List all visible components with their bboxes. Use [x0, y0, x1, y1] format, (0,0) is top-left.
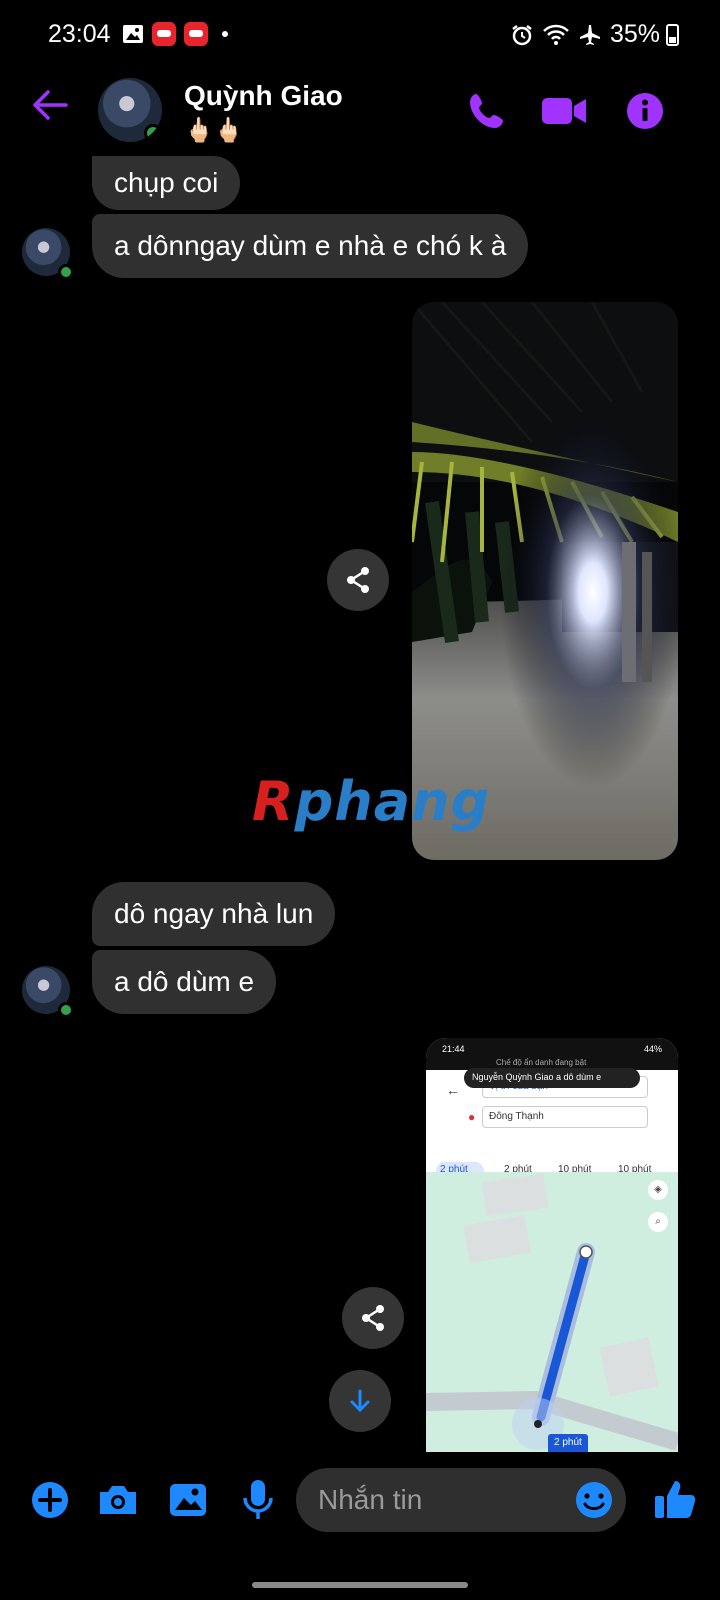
sender-avatar[interactable] — [22, 228, 74, 280]
more-dot-icon — [222, 31, 228, 37]
search-icon: ⌕ — [648, 1212, 668, 1232]
contact-name[interactable]: Quỳnh Giao — [184, 80, 343, 112]
share-button[interactable] — [342, 1287, 404, 1349]
gallery-icon — [123, 25, 143, 43]
contact-avatar[interactable] — [98, 78, 162, 142]
message-bubble[interactable]: chụp coi — [92, 156, 241, 210]
message-text: a dô dùm e — [114, 966, 255, 997]
message-composer — [0, 1460, 720, 1540]
message-text: a dônngay dùm e nhà e chó k à — [114, 230, 507, 261]
arrow-down-icon — [350, 1389, 370, 1413]
online-status-indicator — [144, 124, 162, 142]
message-bubble[interactable]: dô ngay nhà lun — [92, 882, 336, 946]
wifi-icon — [543, 24, 569, 45]
emoji-icon[interactable] — [574, 1480, 614, 1520]
conversation-header: Quỳnh Giao 🖕🏻🖕🏻 — [0, 70, 720, 156]
airplane-icon — [579, 24, 600, 45]
watermark-logo: Rphang — [252, 770, 491, 833]
info-icon[interactable] — [626, 92, 664, 130]
share-icon — [347, 567, 369, 593]
sender-avatar[interactable] — [22, 966, 74, 1018]
alarm-icon — [512, 24, 532, 45]
thumbs-up-icon[interactable] — [652, 1476, 698, 1522]
message-input[interactable] — [318, 1478, 558, 1522]
online-status-indicator — [58, 1002, 74, 1018]
map-back-icon: ← — [446, 1082, 460, 1098]
plus-icon[interactable] — [28, 1478, 72, 1522]
map-view: ◈ ⌕ 2 phút — [426, 1172, 678, 1452]
call-icon[interactable] — [464, 88, 510, 134]
share-button[interactable] — [327, 549, 389, 611]
video-call-icon[interactable] — [540, 88, 590, 134]
destination-pin-icon: ● — [468, 1110, 476, 1124]
app-notification-icon — [152, 22, 176, 46]
scroll-to-bottom-button[interactable] — [329, 1370, 391, 1432]
map-screenshot-attachment[interactable]: 21:44 44% Chế độ ẩn danh đang bật ← Vị t… — [426, 1038, 678, 1452]
message-bubble[interactable]: a dônngay dùm e nhà e chó k à — [92, 214, 529, 278]
app-notification-icon — [184, 22, 208, 46]
contact-status-emoji: 🖕🏻🖕🏻 — [184, 117, 244, 144]
message-text: chụp coi — [114, 167, 219, 198]
battery-percent: 35% — [609, 20, 660, 48]
gallery-icon[interactable] — [166, 1478, 210, 1522]
home-indicator[interactable] — [252, 1582, 468, 1588]
message-bubble[interactable]: a dô dùm e — [92, 950, 277, 1014]
message-input-container — [296, 1468, 626, 1532]
camera-icon[interactable] — [96, 1478, 140, 1522]
microphone-icon[interactable] — [236, 1478, 280, 1522]
online-status-indicator — [58, 264, 74, 280]
status-time: 23:04 — [48, 20, 111, 48]
battery-icon — [666, 24, 679, 46]
status-bar: 23:04 35% — [0, 0, 720, 70]
message-text: dô ngay nhà lun — [114, 898, 314, 929]
layers-icon: ◈ — [648, 1180, 668, 1200]
share-icon — [362, 1305, 384, 1331]
back-arrow-icon[interactable] — [28, 84, 70, 126]
